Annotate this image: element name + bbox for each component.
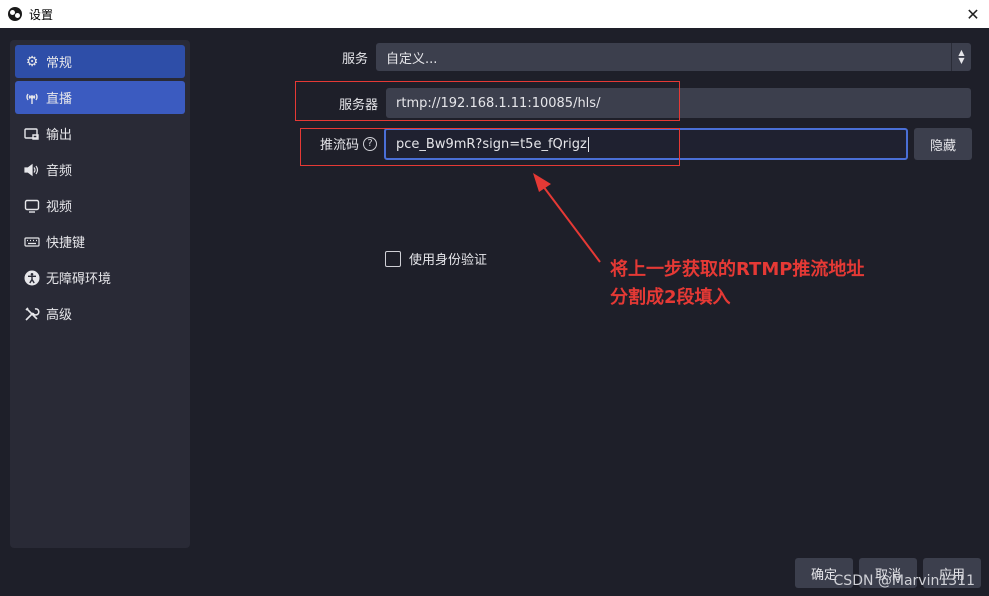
sidebar-item-label: 无障碍环境 — [46, 272, 112, 287]
annotation-text: 将上一步获取的RTMP推流地址 分割成2段填入 — [610, 256, 910, 312]
tools-icon — [23, 305, 41, 323]
broadcast-icon — [23, 89, 41, 107]
sidebar-item-label: 输出 — [46, 128, 73, 143]
settings-sidebar: ⚙ 常规 直播 输出 音频 视频 快捷键 无障碍环境 高级 — [10, 40, 190, 548]
sidebar-item-label: 音频 — [46, 164, 73, 179]
annotation-line-1: 将上一步获取的RTMP推流地址 — [610, 259, 865, 280]
accessibility-icon — [23, 269, 41, 287]
auth-checkbox[interactable] — [385, 250, 401, 267]
window-title: 设置 — [29, 7, 54, 22]
sidebar-item-label: 视频 — [46, 200, 73, 215]
output-icon — [23, 125, 41, 143]
sidebar-item-general[interactable]: ⚙ 常规 — [15, 45, 185, 78]
sidebar-item-label: 快捷键 — [46, 236, 86, 251]
hide-key-button[interactable]: 隐藏 — [914, 128, 972, 160]
sidebar-item-label: 高级 — [46, 308, 73, 323]
sidebar-item-label: 直播 — [46, 92, 73, 107]
auth-checkbox-label: 使用身份验证 — [409, 253, 488, 268]
annotation-line-2: 分割成2段填入 — [610, 287, 731, 308]
monitor-icon — [23, 197, 41, 215]
sidebar-item-advanced[interactable]: 高级 — [15, 297, 185, 330]
close-icon[interactable]: ✕ — [963, 4, 983, 24]
sidebar-item-hotkeys[interactable]: 快捷键 — [15, 225, 185, 258]
service-select[interactable]: 自定义... ▲ ▼ — [376, 43, 971, 71]
sidebar-item-video[interactable]: 视频 — [15, 189, 185, 222]
auth-checkbox-row[interactable]: 使用身份验证 — [385, 249, 487, 268]
service-label: 服务 — [341, 52, 368, 67]
title-bar: 设置 ✕ — [0, 0, 989, 28]
keyboard-icon — [23, 233, 41, 251]
sidebar-item-accessibility[interactable]: 无障碍环境 — [15, 261, 185, 294]
obs-logo-icon — [8, 7, 22, 21]
watermark: CSDN @Marvin1311 — [833, 573, 975, 589]
spin-arrows-icon: ▲ ▼ — [951, 43, 971, 71]
annotation-box-key — [300, 128, 680, 166]
sidebar-item-output[interactable]: 输出 — [15, 117, 185, 150]
sidebar-item-audio[interactable]: 音频 — [15, 153, 185, 186]
annotation-box-server — [295, 81, 680, 121]
sidebar-item-label: 常规 — [46, 56, 73, 71]
sidebar-item-stream[interactable]: 直播 — [15, 81, 185, 114]
speaker-icon — [23, 161, 41, 179]
gear-icon: ⚙ — [25, 53, 39, 70]
service-value: 自定义... — [386, 51, 438, 67]
